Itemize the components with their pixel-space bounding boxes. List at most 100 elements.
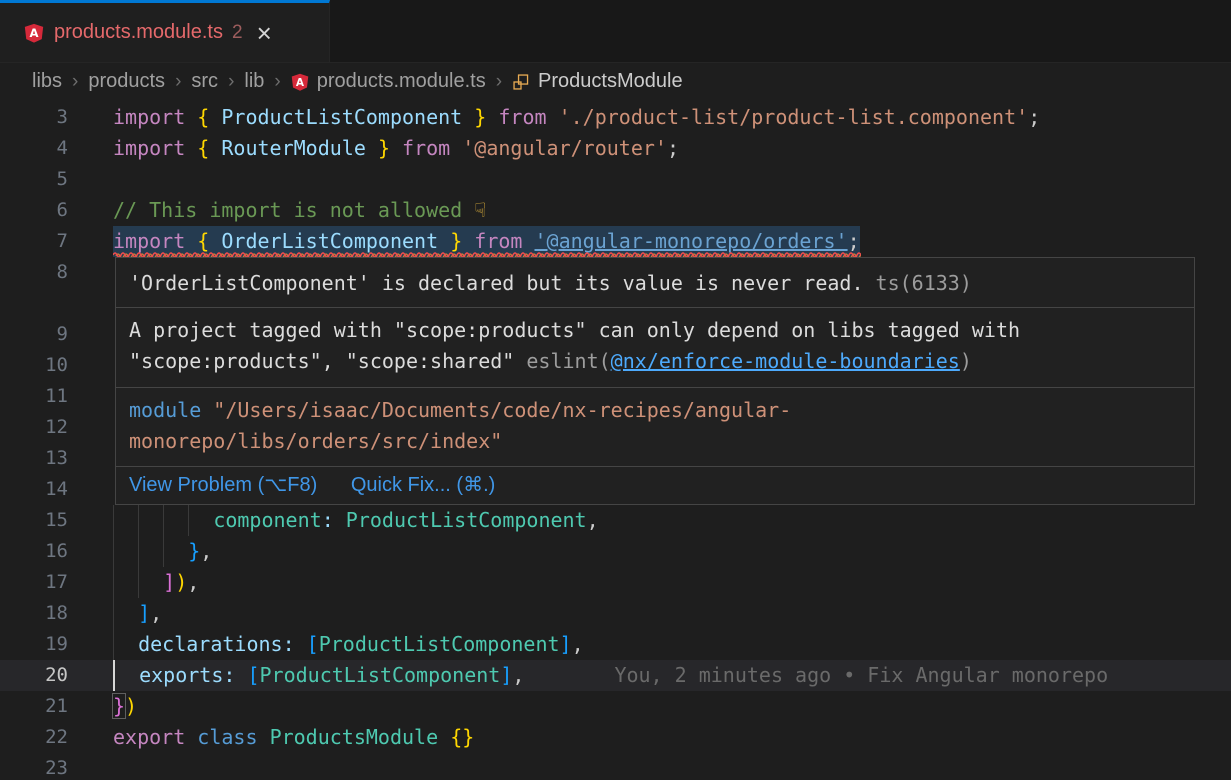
breadcrumb-item-libs[interactable]: libs — [32, 70, 62, 93]
token-pl — [258, 725, 270, 749]
line-content: exports: [ProductListComponent],You, 2 m… — [113, 660, 1108, 691]
token-pl — [366, 136, 378, 160]
hover-ts-diagnostic: 'OrderListComponent' is declared but its… — [116, 258, 1194, 307]
tab-title: products.module.ts — [54, 21, 223, 44]
indent-guide — [138, 536, 163, 567]
code-line-18[interactable]: 18], — [0, 598, 1231, 629]
token-prop: declarations — [138, 632, 283, 656]
token-pl — [209, 229, 221, 253]
code-line-23[interactable]: 23 — [0, 753, 1231, 780]
module-path-line2: monorepo/libs/orders/src/index" — [129, 429, 502, 453]
close-icon[interactable]: × — [257, 23, 272, 43]
code-line-16[interactable]: 16}, — [0, 536, 1231, 567]
breadcrumb-item-src[interactable]: src — [191, 70, 218, 93]
token-teal: ProductListComponent — [260, 663, 501, 687]
token-pl — [438, 725, 450, 749]
token-b1: { — [197, 136, 209, 160]
token-kw: import — [113, 229, 185, 253]
token-pun: , — [187, 570, 199, 594]
line-number: 15 — [0, 505, 68, 536]
error-highlight-range: import { OrderListComponent } from '@ang… — [113, 226, 860, 257]
indent-guide — [138, 567, 163, 598]
eslint-source-close: ) — [960, 349, 972, 373]
token-pl — [390, 136, 402, 160]
token-b1: ) — [175, 570, 187, 594]
indent-guide — [113, 536, 138, 567]
code-line-15[interactable]: 15 component: ProductListComponent, — [0, 505, 1231, 536]
code-line-4[interactable]: 4import { RouterModule } from '@angular/… — [0, 133, 1231, 164]
code-line-6[interactable]: 6 // This import is not allowed ☟ — [0, 195, 1231, 226]
breadcrumb-item-products[interactable]: products — [88, 70, 165, 93]
line-content: // This import is not allowed ☟ — [113, 195, 486, 226]
text-cursor — [113, 660, 139, 691]
token-pun: ; — [1028, 105, 1040, 129]
hover-status-bar: View Problem (⌥F8) Quick Fix... (⌘.) — [116, 466, 1194, 504]
angular-icon: A — [291, 73, 309, 91]
chevron-right-icon: › — [228, 71, 234, 93]
code-line-20[interactable]: 20exports: [ProductListComponent],You, 2… — [0, 660, 1231, 691]
token-kw: from — [402, 136, 450, 160]
line-number: 6 — [0, 195, 68, 226]
token-pl — [185, 136, 197, 160]
token-b3: [ — [307, 632, 319, 656]
chevron-right-icon: › — [72, 71, 78, 93]
token-teal: ProductListComponent — [319, 632, 560, 656]
quick-fix-button[interactable]: Quick Fix... (⌘.) — [351, 474, 495, 496]
token-kw2: class — [197, 725, 257, 749]
diagnostics-hover-popup: 'OrderListComponent' is declared but its… — [115, 257, 1195, 505]
token-b2: ] — [163, 570, 175, 594]
line-number: 10 — [0, 350, 68, 381]
code-line-21[interactable]: 21}) — [0, 691, 1231, 722]
vscode-editor-window: A products.module.ts 2 × libs › products… — [0, 0, 1231, 780]
token-emoji: ☟ — [474, 198, 486, 222]
line-number: 4 — [0, 133, 68, 164]
token-imp: OrderListComponent — [221, 229, 438, 253]
token-prop: : — [223, 663, 235, 687]
token-b3: ] — [560, 632, 572, 656]
eslint-rule-link[interactable]: @nx/enforce-module-boundaries — [611, 349, 960, 373]
breadcrumb-item-symbol[interactable]: ProductsModule — [538, 70, 683, 93]
code-line-3[interactable]: 3import { ProductListComponent } from '.… — [0, 102, 1231, 133]
chevron-right-icon: › — [496, 71, 502, 93]
line-number: 16 — [0, 536, 68, 567]
hover-module-info: module "/Users/isaac/Documents/code/nx-r… — [116, 387, 1194, 466]
token-b2box: } — [113, 694, 125, 718]
code-editor[interactable]: 3 import { ProductListComponent } from '.… — [0, 100, 1231, 780]
token-pun: , — [150, 601, 162, 625]
indent-guide — [113, 505, 138, 536]
line-number: 9 — [0, 319, 68, 350]
token-b1: } — [450, 229, 462, 253]
code-line-5[interactable]: 5 — [0, 164, 1231, 195]
indent-guide — [113, 567, 138, 598]
line-number: 22 — [0, 722, 68, 753]
token-kw: from — [474, 229, 522, 253]
line-number: 3 — [0, 102, 68, 133]
token-pl — [450, 136, 462, 160]
line-number: 5 — [0, 164, 68, 195]
line-number: 7 — [0, 226, 68, 257]
view-problem-button[interactable]: View Problem (⌥F8) — [129, 474, 317, 496]
tab-products-module[interactable]: A products.module.ts 2 × — [0, 0, 330, 62]
breadcrumb-item-file[interactable]: products.module.ts — [317, 70, 486, 93]
token-b1: } — [474, 105, 486, 129]
indent-guide — [163, 536, 188, 567]
token-pl — [462, 105, 474, 129]
indent-guide — [138, 505, 163, 536]
token-teal: ProductListComponent — [346, 508, 587, 532]
line-number: 19 — [0, 629, 68, 660]
token-str: './product-list/product-list.component' — [559, 105, 1029, 129]
token-pl — [185, 229, 197, 253]
code-line-22[interactable]: 22export class ProductsModule {} — [0, 722, 1231, 753]
code-line-7[interactable]: 7 import { OrderListComponent } from '@an… — [0, 226, 1231, 257]
code-line-17[interactable]: 17]), — [0, 567, 1231, 598]
code-line-19[interactable]: 19declarations: [ProductListComponent], — [0, 629, 1231, 660]
class-symbol-icon — [512, 73, 530, 91]
indent-guide — [188, 505, 213, 536]
line-number: 14 — [0, 474, 68, 505]
indent-guide — [113, 598, 138, 629]
line-content: component: ProductListComponent, — [113, 505, 599, 536]
indent-guide — [113, 629, 138, 660]
eslint-message-line2: "scope:products", "scope:shared" — [129, 349, 526, 373]
token-pl — [235, 663, 247, 687]
breadcrumb-item-lib[interactable]: lib — [244, 70, 264, 93]
